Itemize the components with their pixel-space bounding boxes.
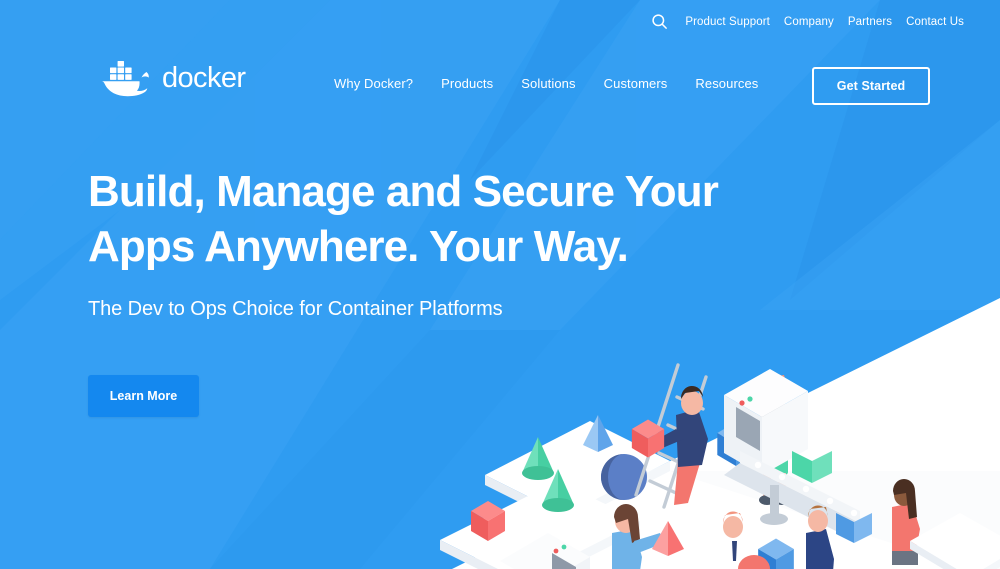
docker-wordmark: docker <box>162 61 246 94</box>
utility-nav: Product Support Company Partners Contact… <box>650 12 964 31</box>
docker-logo[interactable]: docker <box>93 58 246 98</box>
utility-nav-item-partners[interactable]: Partners <box>848 16 892 28</box>
utility-nav-item-company[interactable]: Company <box>784 16 834 28</box>
nav-item-resources[interactable]: Resources <box>695 76 758 91</box>
hero-headline-line-2: Apps Anywhere. Your Way. <box>88 221 629 271</box>
utility-nav-item-product-support[interactable]: Product Support <box>685 16 770 28</box>
hero-subheadline: The Dev to Ops Choice for Container Plat… <box>88 298 503 321</box>
nav-item-customers[interactable]: Customers <box>604 76 668 91</box>
main-nav: Why Docker? Products Solutions Customers… <box>334 76 758 91</box>
utility-nav-item-contact-us[interactable]: Contact Us <box>906 16 964 28</box>
get-started-button[interactable]: Get Started <box>812 67 930 105</box>
docker-homepage-hero: Product Support Company Partners Contact… <box>0 0 1000 569</box>
search-icon[interactable] <box>650 12 669 31</box>
hero-headline: Build, Manage and Secure Your Apps Anywh… <box>88 165 728 274</box>
learn-more-button[interactable]: Learn More <box>88 375 199 418</box>
site-header: docker Why Docker? Products Solutions Cu… <box>0 56 1000 118</box>
nav-item-why-docker[interactable]: Why Docker? <box>334 76 413 91</box>
nav-item-solutions[interactable]: Solutions <box>521 76 575 91</box>
nav-item-products[interactable]: Products <box>441 76 493 91</box>
hero-headline-line-1: Build, Manage and Secure Your <box>88 167 719 216</box>
docker-whale-icon <box>101 61 149 97</box>
hero-section: Build, Manage and Secure Your Apps Anywh… <box>88 165 728 418</box>
